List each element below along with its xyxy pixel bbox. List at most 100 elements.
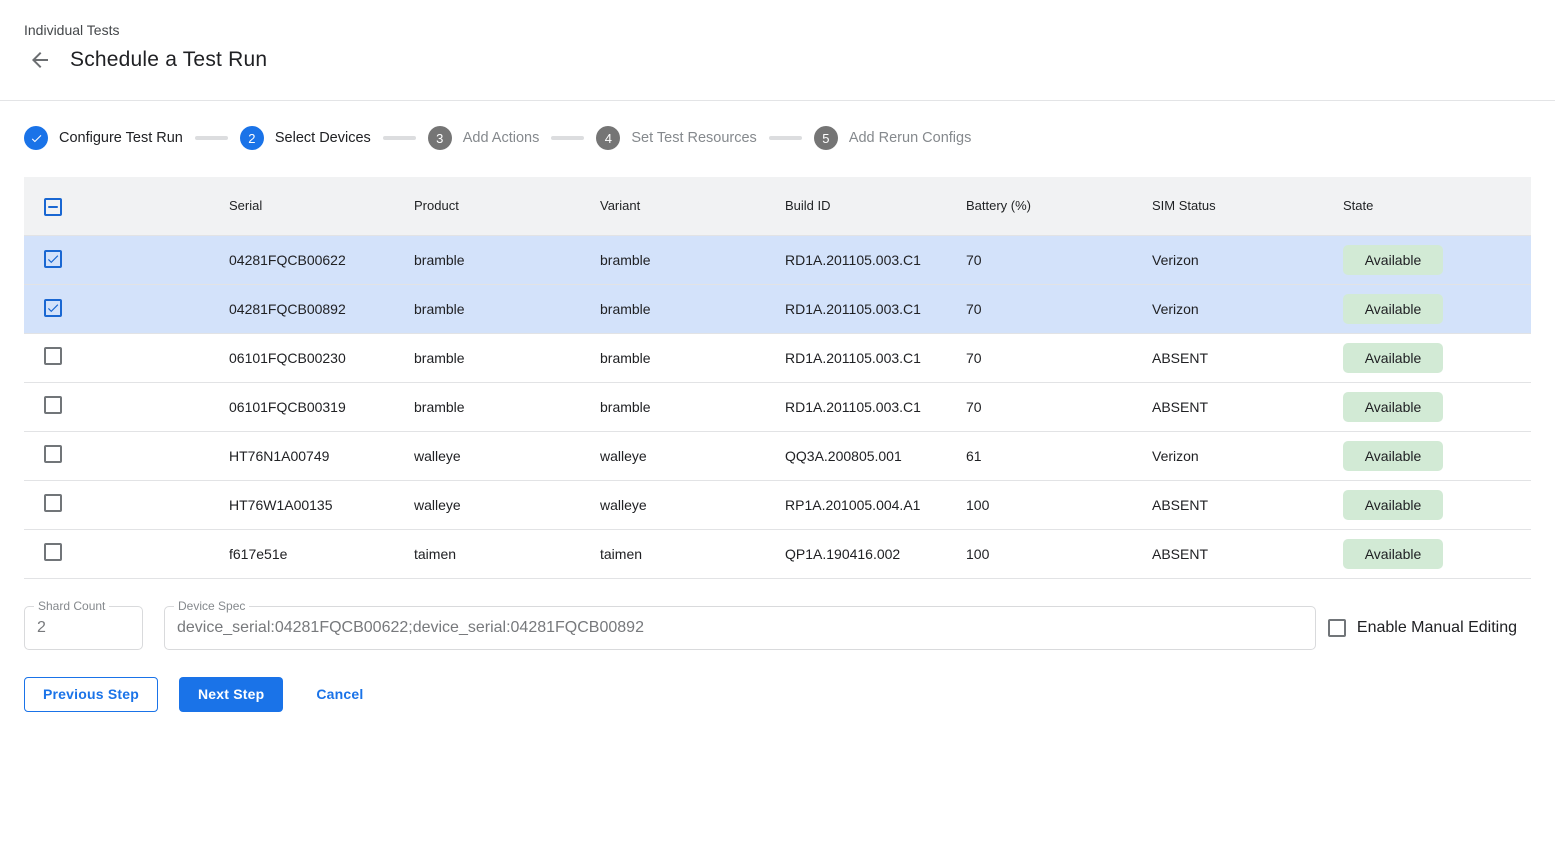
table-row[interactable]: 06101FQCB00319 bramble bramble RD1A.2011… bbox=[24, 382, 1531, 431]
cell-serial: 04281FQCB00892 bbox=[229, 284, 414, 333]
device-table: Serial Product Variant Build ID Battery … bbox=[24, 177, 1531, 579]
step-add-rerun-configs[interactable]: 5 Add Rerun Configs bbox=[814, 126, 972, 150]
cell-battery: 70 bbox=[966, 382, 1152, 431]
back-arrow-icon[interactable] bbox=[28, 48, 52, 72]
table-header-row: Serial Product Variant Build ID Battery … bbox=[24, 177, 1531, 235]
column-header-serial: Serial bbox=[229, 177, 414, 235]
step-select-devices[interactable]: 2 Select Devices bbox=[240, 126, 371, 150]
cell-product: walleye bbox=[414, 431, 600, 480]
cell-build-id: RD1A.201105.003.C1 bbox=[785, 333, 966, 382]
row-checkbox[interactable] bbox=[44, 543, 62, 561]
status-badge: Available bbox=[1343, 245, 1443, 275]
breadcrumb: Individual Tests bbox=[24, 22, 1555, 38]
cell-serial: f617e51e bbox=[229, 529, 414, 578]
cell-serial: HT76W1A00135 bbox=[229, 480, 414, 529]
stepper: Configure Test Run 2 Select Devices 3 Ad… bbox=[24, 124, 1531, 152]
status-badge: Available bbox=[1343, 441, 1443, 471]
cell-variant: bramble bbox=[600, 333, 785, 382]
cell-build-id: RD1A.201105.003.C1 bbox=[785, 382, 966, 431]
row-checkbox[interactable] bbox=[44, 396, 62, 414]
status-badge: Available bbox=[1343, 343, 1443, 373]
cell-variant: taimen bbox=[600, 529, 785, 578]
step-configure-test-run[interactable]: Configure Test Run bbox=[24, 126, 183, 150]
page-title: Schedule a Test Run bbox=[70, 48, 267, 72]
stepper-connector bbox=[195, 136, 228, 140]
step-label: Add Rerun Configs bbox=[849, 130, 972, 146]
shard-count-value[interactable]: 2 bbox=[25, 607, 142, 649]
select-all-checkbox[interactable] bbox=[44, 198, 62, 216]
table-row[interactable]: 06101FQCB00230 bramble bramble RD1A.2011… bbox=[24, 333, 1531, 382]
cell-sim-status: ABSENT bbox=[1152, 382, 1343, 431]
step-label: Set Test Resources bbox=[631, 130, 756, 146]
column-header-build-id: Build ID bbox=[785, 177, 966, 235]
shard-count-field[interactable]: Shard Count 2 bbox=[24, 606, 143, 650]
cell-build-id: QQ3A.200805.001 bbox=[785, 431, 966, 480]
enable-manual-editing-toggle[interactable]: Enable Manual Editing bbox=[1328, 606, 1517, 650]
step-label: Add Actions bbox=[463, 130, 540, 146]
cell-serial: 06101FQCB00230 bbox=[229, 333, 414, 382]
stepper-connector bbox=[383, 136, 416, 140]
table-row[interactable]: HT76W1A00135 walleye walleye RP1A.201005… bbox=[24, 480, 1531, 529]
table-row[interactable]: 04281FQCB00622 bramble bramble RD1A.2011… bbox=[24, 235, 1531, 284]
cell-battery: 61 bbox=[966, 431, 1152, 480]
cell-variant: bramble bbox=[600, 284, 785, 333]
cell-sim-status: Verizon bbox=[1152, 431, 1343, 480]
row-checkbox[interactable] bbox=[44, 494, 62, 512]
manual-editing-checkbox[interactable] bbox=[1328, 619, 1346, 637]
status-badge: Available bbox=[1343, 392, 1443, 422]
cancel-button[interactable]: Cancel bbox=[298, 677, 381, 712]
cell-sim-status: Verizon bbox=[1152, 284, 1343, 333]
cell-serial: 06101FQCB00319 bbox=[229, 382, 414, 431]
column-header-product: Product bbox=[414, 177, 600, 235]
cell-build-id: QP1A.190416.002 bbox=[785, 529, 966, 578]
row-checkbox[interactable] bbox=[44, 299, 62, 317]
cell-battery: 70 bbox=[966, 284, 1152, 333]
cell-serial: HT76N1A00749 bbox=[229, 431, 414, 480]
cell-sim-status: ABSENT bbox=[1152, 480, 1343, 529]
device-spec-field[interactable]: Device Spec device_serial:04281FQCB00622… bbox=[164, 606, 1316, 650]
check-icon bbox=[46, 301, 60, 315]
step-add-actions[interactable]: 3 Add Actions bbox=[428, 126, 540, 150]
cell-serial: 04281FQCB00622 bbox=[229, 235, 414, 284]
next-step-button[interactable]: Next Step bbox=[179, 677, 283, 712]
cell-build-id: RD1A.201105.003.C1 bbox=[785, 284, 966, 333]
table-row[interactable]: 04281FQCB00892 bramble bramble RD1A.2011… bbox=[24, 284, 1531, 333]
row-checkbox[interactable] bbox=[44, 445, 62, 463]
step-set-test-resources[interactable]: 4 Set Test Resources bbox=[596, 126, 756, 150]
row-checkbox[interactable] bbox=[44, 250, 62, 268]
cell-build-id: RD1A.201105.003.C1 bbox=[785, 235, 966, 284]
column-header-state: State bbox=[1343, 177, 1531, 235]
column-header-battery: Battery (%) bbox=[966, 177, 1152, 235]
cell-build-id: RP1A.201005.004.A1 bbox=[785, 480, 966, 529]
cell-product: bramble bbox=[414, 333, 600, 382]
check-icon bbox=[46, 252, 60, 266]
cell-battery: 70 bbox=[966, 333, 1152, 382]
device-spec-value[interactable]: device_serial:04281FQCB00622;device_seri… bbox=[165, 607, 1315, 649]
step-number: 2 bbox=[240, 126, 264, 150]
step-label: Select Devices bbox=[275, 130, 371, 146]
step-number: 4 bbox=[596, 126, 620, 150]
shard-count-label: Shard Count bbox=[34, 600, 109, 613]
previous-step-button[interactable]: Previous Step bbox=[24, 677, 158, 712]
cell-sim-status: ABSENT bbox=[1152, 529, 1343, 578]
table-row[interactable]: f617e51e taimen taimen QP1A.190416.002 1… bbox=[24, 529, 1531, 578]
status-badge: Available bbox=[1343, 490, 1443, 520]
device-spec-form: Shard Count 2 Device Spec device_serial:… bbox=[24, 606, 1531, 650]
cell-product: walleye bbox=[414, 480, 600, 529]
status-badge: Available bbox=[1343, 539, 1443, 569]
column-header-variant: Variant bbox=[600, 177, 785, 235]
cell-variant: walleye bbox=[600, 431, 785, 480]
cell-product: bramble bbox=[414, 235, 600, 284]
table-row[interactable]: HT76N1A00749 walleye walleye QQ3A.200805… bbox=[24, 431, 1531, 480]
cell-variant: walleye bbox=[600, 480, 785, 529]
step-number: 5 bbox=[814, 126, 838, 150]
cell-variant: bramble bbox=[600, 382, 785, 431]
cell-battery: 100 bbox=[966, 529, 1152, 578]
stepper-connector bbox=[769, 136, 802, 140]
device-spec-label: Device Spec bbox=[174, 600, 249, 613]
wizard-actions: Previous Step Next Step Cancel bbox=[24, 677, 1531, 712]
indeterminate-dash-icon bbox=[48, 206, 58, 208]
row-checkbox[interactable] bbox=[44, 347, 62, 365]
cell-battery: 100 bbox=[966, 480, 1152, 529]
cell-variant: bramble bbox=[600, 235, 785, 284]
